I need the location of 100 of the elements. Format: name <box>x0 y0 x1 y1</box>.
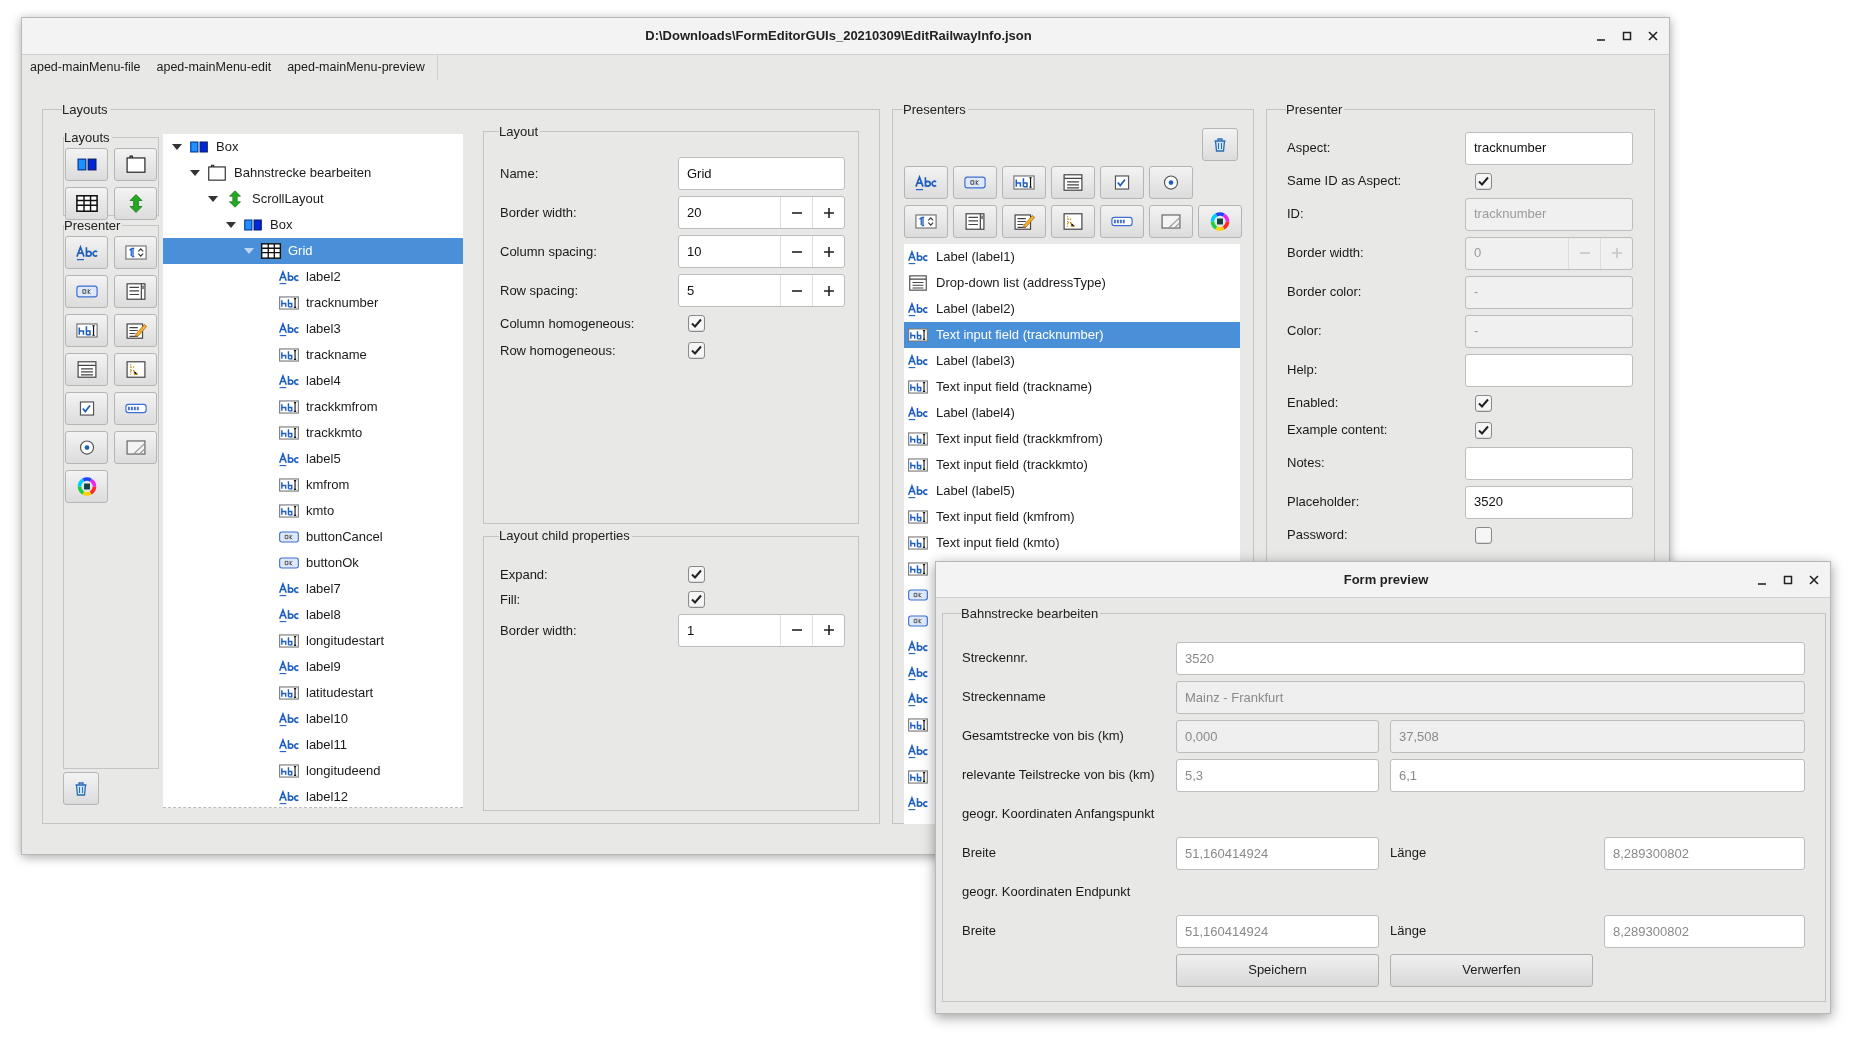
plus-icon <box>822 245 835 258</box>
field-label: Row spacing: <box>500 281 580 300</box>
tree-item[interactable]: ScrollLayout <box>163 185 463 212</box>
tree-item[interactable]: Box <box>163 211 463 238</box>
text-field-icon <box>907 377 929 396</box>
delete-button[interactable] <box>1202 127 1238 161</box>
list-item[interactable]: Label (label2) <box>904 295 1240 322</box>
spin-box[interactable]: 20 <box>678 196 845 229</box>
tool-button[interactable] <box>114 314 157 347</box>
text-field[interactable]: 8,289300802 <box>1604 914 1805 948</box>
text-field-icon <box>278 423 300 442</box>
text-field-icon <box>278 683 300 702</box>
spin-box[interactable]: 5 <box>678 274 845 307</box>
tool-button[interactable] <box>953 204 997 238</box>
tool-button[interactable] <box>65 187 108 220</box>
tool-button[interactable] <box>65 470 108 503</box>
maximize-icon[interactable] <box>1621 30 1633 42</box>
spin-box[interactable]: 10 <box>678 235 845 268</box>
delete-button[interactable] <box>63 771 99 805</box>
text-field[interactable]: Grid <box>678 157 845 190</box>
group-title: Layout child properties <box>499 527 631 546</box>
list-box-icon <box>123 282 148 301</box>
tree-item[interactable]: label10 <box>163 705 463 732</box>
spin-box[interactable]: 1 <box>678 613 845 647</box>
menu-item[interactable]: aped-mainMenu-edit <box>148 58 280 77</box>
tree-item[interactable]: label11 <box>163 731 463 758</box>
maximize-icon[interactable] <box>1782 573 1794 586</box>
text-field-icon <box>907 429 929 448</box>
text-field[interactable]: 6,1 <box>1390 758 1805 792</box>
text-field[interactable]: 3520 <box>1176 641 1805 675</box>
tree-item[interactable]: latitudestart <box>163 679 463 706</box>
tree-item[interactable]: Box <box>163 133 463 160</box>
tree-item[interactable]: label3 <box>163 315 463 342</box>
field-label: Name: <box>500 164 540 183</box>
tree-item[interactable]: buttonOk <box>163 549 463 576</box>
tree-item[interactable]: label5 <box>163 445 463 472</box>
tree-item[interactable]: buttonCancel <box>163 523 463 550</box>
tree-item[interactable]: label8 <box>163 601 463 628</box>
close-icon[interactable] <box>1808 573 1820 586</box>
text-field[interactable]: 51,160414924 <box>1176 836 1379 870</box>
text-field[interactable]: 8,289300802 <box>1604 836 1805 870</box>
checkbox[interactable] <box>1475 421 1492 439</box>
tree-item[interactable]: longitudestart <box>163 627 463 654</box>
checkbox[interactable] <box>688 342 705 359</box>
group-title: Bahnstrecke bearbeiten <box>961 605 1100 623</box>
tree-item[interactable]: kmto <box>163 497 463 524</box>
tool-button[interactable] <box>1051 165 1095 199</box>
checkbox[interactable] <box>1475 172 1492 190</box>
text-field[interactable]: tracknumber <box>1465 131 1633 165</box>
tree-item[interactable]: label7 <box>163 575 463 602</box>
list-item[interactable]: Label (label1) <box>904 243 1240 270</box>
list-item[interactable]: Text input field (trackname) <box>904 373 1240 400</box>
list-item[interactable]: Text input field (kmto) <box>904 529 1240 556</box>
field-label: Gesamtstrecke von bis (km) <box>962 727 1125 746</box>
list-item[interactable]: Text input field (trackkmto) <box>904 451 1240 478</box>
form-button[interactable]: Speichern <box>1176 953 1379 987</box>
group-title: Layout <box>499 122 540 141</box>
tree-item[interactable]: trackkmto <box>163 419 463 446</box>
tree-item[interactable]: kmfrom <box>163 471 463 498</box>
tree-item[interactable]: trackname <box>163 341 463 368</box>
checkbox[interactable] <box>1475 394 1492 412</box>
tree-item[interactable]: longitudeend <box>163 757 463 784</box>
checkbox[interactable] <box>688 315 705 332</box>
list-item[interactable]: Drop-down list (addressType) <box>904 269 1240 296</box>
tree-item[interactable]: Bahnstrecke bearbeiten <box>163 159 463 186</box>
tool-button[interactable] <box>114 275 157 308</box>
tool-button[interactable] <box>65 148 108 181</box>
tree-item[interactable]: trackkmfrom <box>163 393 463 420</box>
tool-button[interactable] <box>65 392 108 425</box>
list-item[interactable]: Label (label4) <box>904 399 1240 426</box>
text-field[interactable]: 5,3 <box>1176 758 1379 792</box>
close-icon[interactable] <box>1647 30 1659 42</box>
text-field[interactable] <box>1465 353 1633 387</box>
text-field[interactable]: 51,160414924 <box>1176 914 1379 948</box>
field-label: Column homogeneous: <box>500 314 636 333</box>
checkbox[interactable] <box>1475 526 1492 544</box>
checkbox[interactable] <box>688 590 705 608</box>
tool-button[interactable] <box>1002 204 1046 238</box>
text-field-icon <box>278 501 300 520</box>
list-item[interactable]: Text input field (kmfrom) <box>904 503 1240 530</box>
tool-button[interactable] <box>65 353 108 386</box>
tree-item[interactable]: label12 <box>163 783 463 807</box>
list-item[interactable]: Text input field (trackkmfrom) <box>904 425 1240 452</box>
tree-item[interactable]: label9 <box>163 653 463 680</box>
tree-item[interactable]: label4 <box>163 367 463 394</box>
text-field[interactable] <box>1465 446 1633 480</box>
tool-button[interactable] <box>1100 165 1144 199</box>
tree-item[interactable]: label2 <box>163 263 463 290</box>
text-field[interactable]: 3520 <box>1465 485 1633 519</box>
text-field-icon <box>1012 172 1036 192</box>
tool-button[interactable] <box>65 314 108 347</box>
tool-button[interactable] <box>114 148 157 181</box>
form-button[interactable]: Verwerfen <box>1390 953 1593 987</box>
tree-item[interactable]: tracknumber <box>163 289 463 316</box>
menu-item[interactable]: aped-mainMenu-preview <box>279 58 433 77</box>
list-item[interactable]: Label (label5) <box>904 477 1240 504</box>
field-label: Streckennr. <box>962 649 1029 668</box>
menu-item[interactable]: aped-mainMenu-file <box>22 58 149 77</box>
list-item[interactable]: Label (label3) <box>904 347 1240 374</box>
checkbox[interactable] <box>688 565 705 583</box>
